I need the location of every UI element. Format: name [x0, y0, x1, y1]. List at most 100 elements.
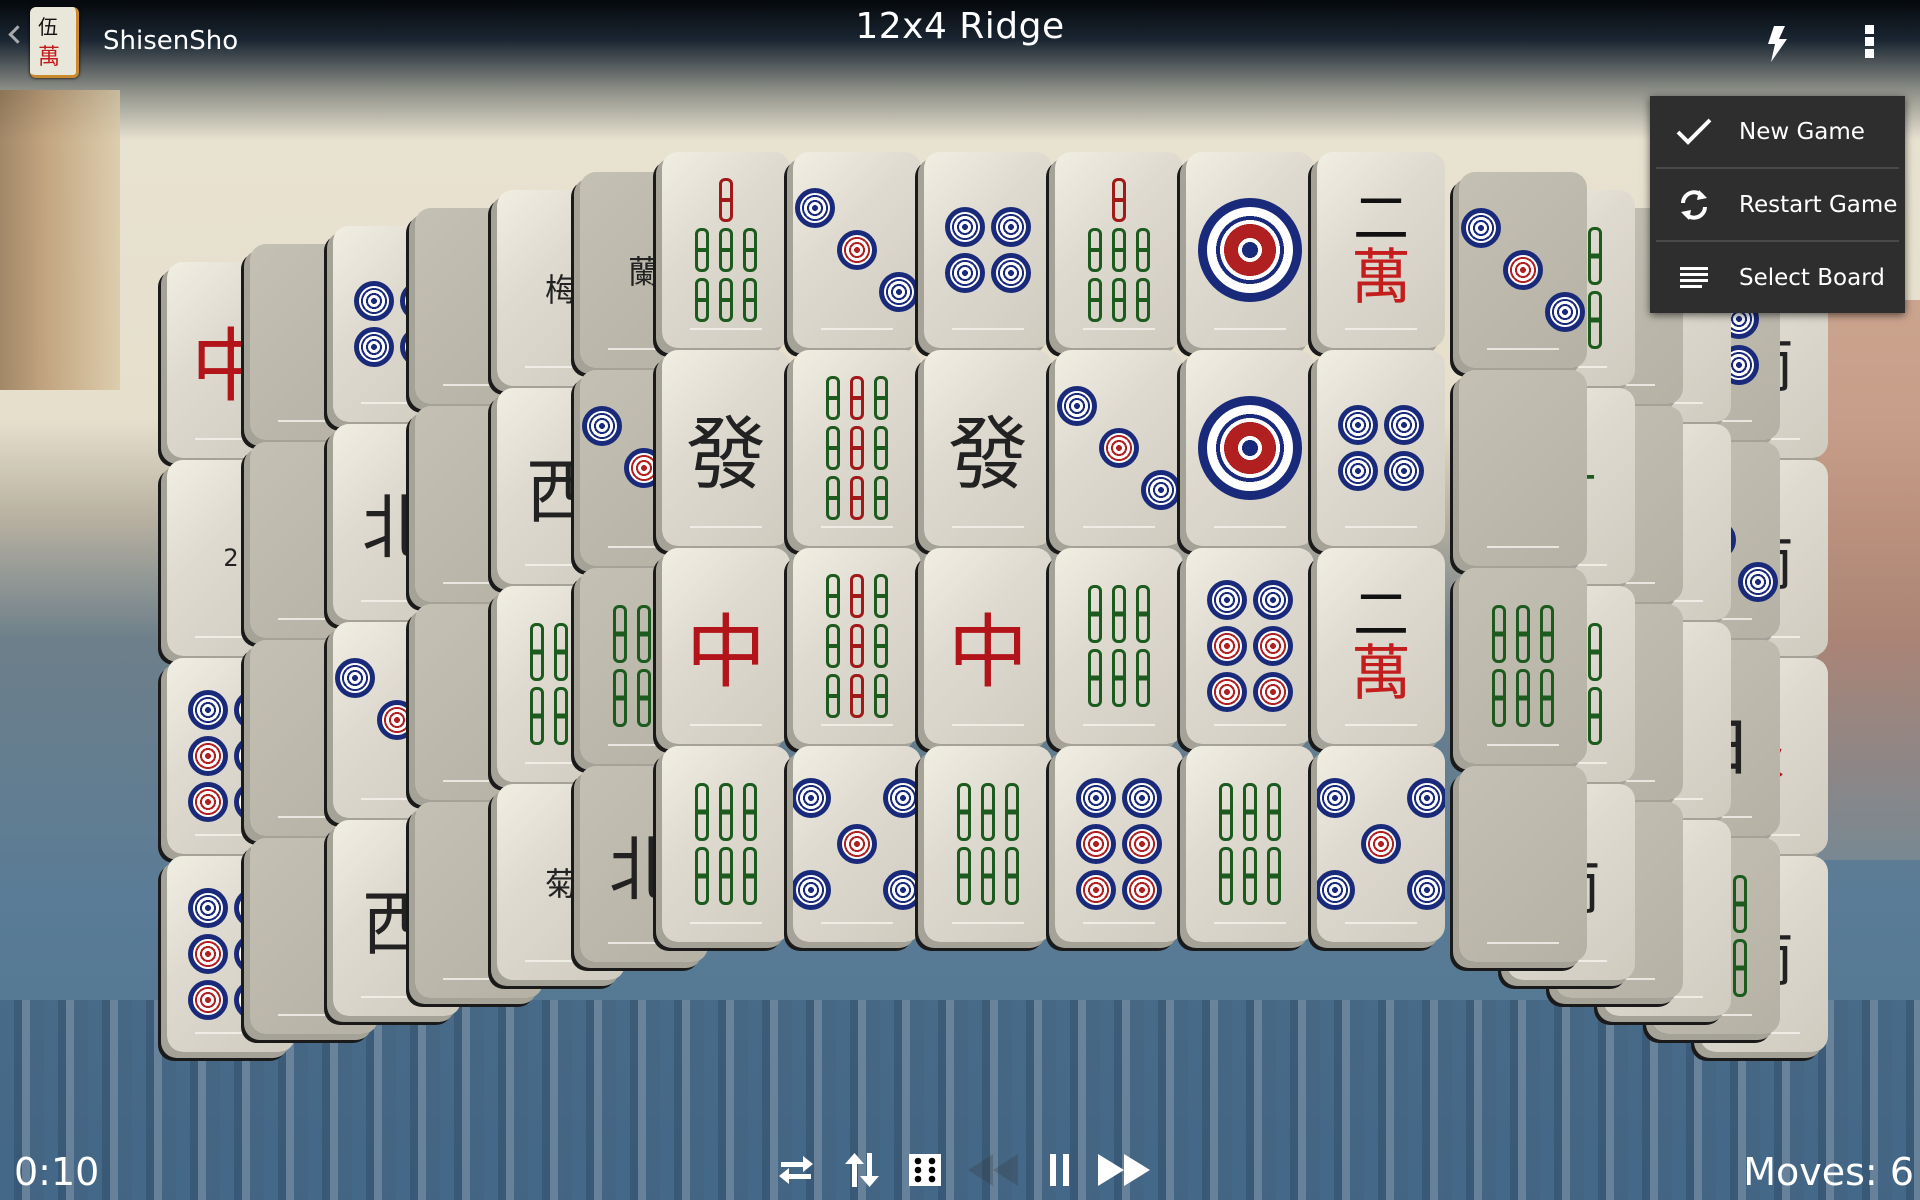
mahjong-tile[interactable]: [1186, 350, 1314, 546]
bamboo-stick: [719, 178, 733, 222]
tile-face: [793, 152, 921, 348]
dot: [1057, 386, 1097, 426]
mahjong-tile[interactable]: [1186, 746, 1314, 942]
tile-glyph: 梅: [544, 271, 577, 309]
bamboo-stick: [1005, 847, 1019, 905]
dot: [795, 188, 835, 228]
menu-item-new-game[interactable]: New Game: [1650, 96, 1905, 167]
pause-button[interactable]: [1050, 1150, 1070, 1190]
tile-face: [1459, 172, 1587, 368]
bamboo-stick: [1516, 605, 1530, 663]
hint-bolt-icon[interactable]: [1765, 26, 1789, 62]
tile-face: [1186, 152, 1314, 348]
mahjong-tile[interactable]: 發: [924, 350, 1052, 546]
bamboo-stick: [1243, 783, 1257, 841]
mahjong-tile[interactable]: [1459, 172, 1587, 368]
shuffle-button[interactable]: [776, 1150, 816, 1190]
bamboo-stick: [530, 687, 544, 745]
character-number: 二: [1353, 187, 1409, 252]
dot: [945, 253, 985, 293]
tile-face: [1459, 370, 1587, 566]
mahjong-tile[interactable]: [1055, 548, 1183, 744]
bamboo-stick: [743, 228, 757, 272]
bamboo-stick: [957, 847, 971, 905]
dot: [1076, 778, 1116, 818]
bamboo-stick: [1088, 278, 1102, 322]
mahjong-tile[interactable]: [1186, 548, 1314, 744]
mahjong-tile[interactable]: [1317, 350, 1445, 546]
dot: [1122, 870, 1162, 910]
mahjong-tile[interactable]: 中: [924, 548, 1052, 744]
mahjong-tile[interactable]: 二萬: [1317, 548, 1445, 744]
bamboo-pattern: [695, 178, 757, 322]
mahjong-tile[interactable]: [1459, 568, 1587, 764]
dot: [335, 658, 375, 698]
bamboo-stick: [826, 426, 840, 470]
bamboo-stick: [850, 426, 864, 470]
mahjong-board: 中2北西梅西菊蘭北南南秋南白竹南二萬發發中中二萬: [0, 0, 1920, 1200]
tile-face: [924, 152, 1052, 348]
mahjong-tile[interactable]: [793, 152, 921, 348]
dot: [1253, 580, 1293, 620]
mahjong-tile[interactable]: [793, 548, 921, 744]
pause-icon: [1050, 1154, 1069, 1186]
bamboo-stick: [743, 847, 757, 905]
green-dragon-glyph: 發: [948, 408, 1028, 501]
mahjong-tile[interactable]: 中: [662, 548, 790, 744]
fast-forward-icon: [1098, 1154, 1150, 1186]
mahjong-tile[interactable]: 二萬: [1317, 152, 1445, 348]
dot: [1141, 470, 1181, 510]
mahjong-tile[interactable]: [924, 746, 1052, 942]
tile-face: [1055, 152, 1183, 348]
moves-counter: Moves: 6: [1743, 1150, 1914, 1194]
bamboo-stick: [1516, 669, 1530, 727]
bamboo-stick: [1136, 585, 1150, 643]
character-number: 二: [1353, 583, 1409, 648]
undo-button[interactable]: [968, 1150, 1018, 1190]
mahjong-tile[interactable]: [1186, 152, 1314, 348]
dot: [945, 207, 985, 247]
bamboo-pattern: [695, 783, 757, 905]
bamboo-stick: [1243, 847, 1257, 905]
refresh-icon: [1674, 185, 1714, 225]
mahjong-tile[interactable]: [924, 152, 1052, 348]
bamboo-stick: [1088, 228, 1102, 272]
bamboo-stick: [874, 674, 888, 718]
mahjong-tile[interactable]: [1055, 350, 1183, 546]
menu-item-select-board[interactable]: Select Board: [1656, 240, 1899, 313]
dot: [582, 406, 622, 446]
mahjong-tile[interactable]: 發: [662, 350, 790, 546]
mahjong-tile[interactable]: [1459, 766, 1587, 962]
mahjong-tile[interactable]: [662, 152, 790, 348]
mahjong-tile[interactable]: [793, 746, 921, 942]
bamboo-stick: [695, 278, 709, 322]
dice-button[interactable]: [908, 1150, 942, 1190]
mahjong-tile[interactable]: [1317, 746, 1445, 942]
dot: [991, 253, 1031, 293]
bamboo-stick: [1112, 649, 1126, 707]
menu-item-restart-game[interactable]: Restart Game: [1656, 167, 1899, 240]
mahjong-tile[interactable]: [662, 746, 790, 942]
dot: [1545, 292, 1585, 332]
tile-face: 發: [662, 350, 790, 546]
mahjong-tile[interactable]: [1055, 746, 1183, 942]
tile-face: [1055, 548, 1183, 744]
bamboo-stick: [1492, 669, 1506, 727]
tile-face: [1459, 766, 1587, 962]
sort-button[interactable]: [842, 1150, 882, 1190]
mahjong-tile[interactable]: [1459, 370, 1587, 566]
overflow-menu-icon[interactable]: [1862, 25, 1876, 61]
bamboo-stick: [637, 669, 651, 727]
bamboo-stick: [1005, 783, 1019, 841]
dots-pattern: [793, 778, 921, 910]
menu-item-label: Select Board: [1739, 264, 1885, 291]
character-glyph: 二萬: [1351, 187, 1411, 309]
bamboo-stick: [850, 674, 864, 718]
redo-button[interactable]: [1098, 1150, 1150, 1190]
dot: [793, 778, 831, 818]
bamboo-stick: [719, 783, 733, 841]
mahjong-tile[interactable]: [1055, 152, 1183, 348]
tile-face: [793, 548, 921, 744]
mahjong-tile[interactable]: [793, 350, 921, 546]
tile-face: [662, 152, 790, 348]
